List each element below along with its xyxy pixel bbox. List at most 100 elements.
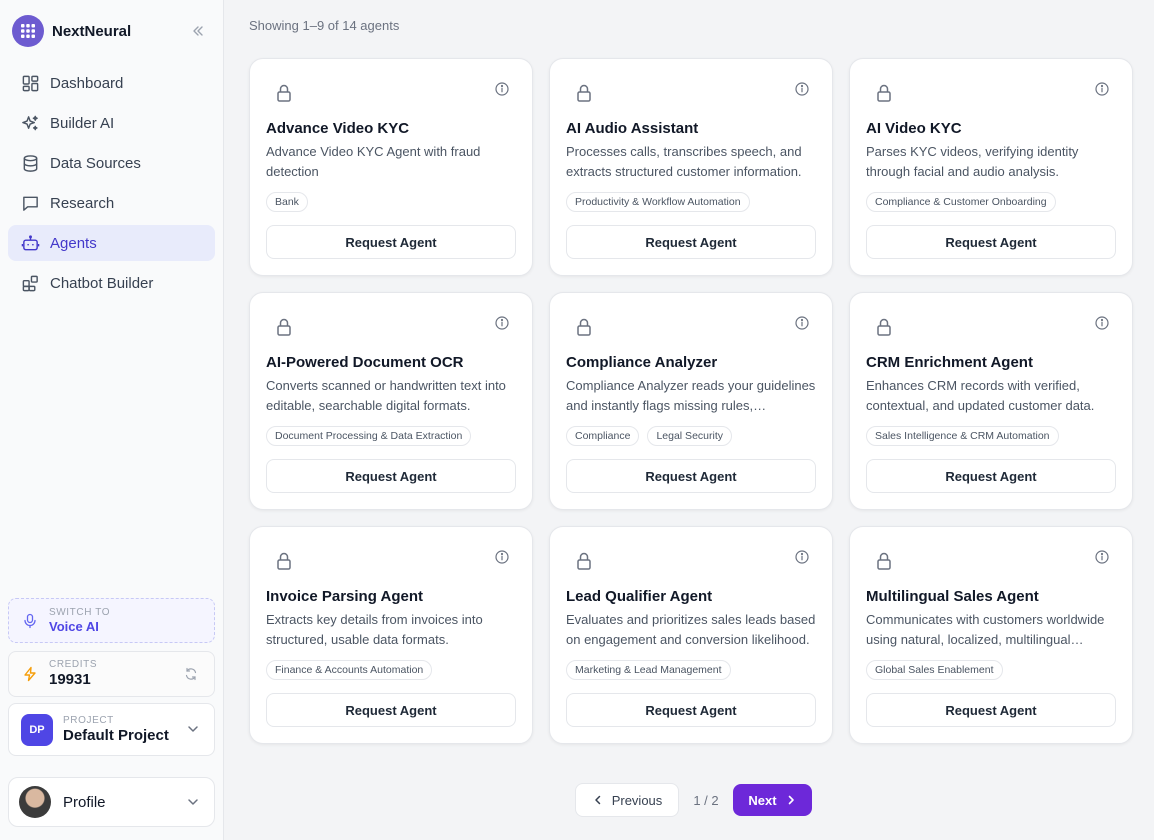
lock-icon — [572, 549, 596, 573]
sidebar-item-builder-ai[interactable]: Builder AI — [8, 105, 215, 141]
refresh-icon[interactable] — [184, 667, 200, 683]
agent-card: AI Audio Assistant Processes calls, tran… — [549, 58, 833, 276]
agent-card: Invoice Parsing Agent Extracts key detai… — [249, 526, 533, 744]
request-agent-button[interactable]: Request Agent — [266, 459, 516, 493]
category-tag: Compliance & Customer Onboarding — [866, 192, 1056, 212]
lightning-icon — [21, 665, 39, 683]
results-count: Showing 1–9 of 14 agents — [249, 18, 400, 33]
agent-card: Multilingual Sales Agent Communicates wi… — [849, 526, 1133, 744]
sidebar-item-agents[interactable]: Agents — [8, 225, 215, 261]
microphone-icon — [21, 612, 39, 630]
previous-label: Previous — [611, 792, 663, 808]
brand[interactable]: NextNeural — [12, 15, 212, 47]
sidebar-item-research[interactable]: Research — [8, 185, 215, 221]
sidebar-item-label: Research — [50, 194, 115, 212]
category-tag: Global Sales Enablement — [866, 660, 1003, 680]
sidebar-item-label: Data Sources — [50, 154, 141, 172]
request-agent-button[interactable]: Request Agent — [266, 693, 516, 727]
info-icon[interactable] — [1094, 315, 1110, 331]
lock-icon — [872, 315, 896, 339]
credits-value: 19931 — [49, 671, 91, 688]
agent-card: Lead Qualifier Agent Evaluates and prior… — [549, 526, 833, 744]
request-agent-button[interactable]: Request Agent — [566, 225, 816, 259]
blocks-icon — [20, 273, 40, 293]
switch-to-voice-ai[interactable]: SWITCH TO Voice AI — [8, 598, 215, 643]
request-agent-button[interactable]: Request Agent — [566, 693, 816, 727]
request-agent-button[interactable]: Request Agent — [266, 225, 516, 259]
brand-name: NextNeural — [52, 22, 132, 40]
info-icon[interactable] — [494, 315, 510, 331]
sidebar-nav: Dashboard Builder AI Data Sources Resear… — [8, 65, 215, 305]
category-tag: Document Processing & Data Extraction — [266, 426, 472, 446]
agent-title: AI-Powered Document OCR — [266, 354, 464, 371]
lock-icon — [272, 315, 296, 339]
sidebar-item-label: Chatbot Builder — [50, 274, 154, 292]
agent-description: Evaluates and prioritizes sales leads ba… — [566, 612, 816, 647]
credits-panel: CREDITS 19931 — [8, 651, 215, 697]
profile-menu[interactable]: Profile — [8, 777, 215, 827]
info-icon[interactable] — [494, 549, 510, 565]
project-selector[interactable]: DP PROJECT Default Project — [8, 703, 215, 756]
info-icon[interactable] — [1094, 549, 1110, 565]
lock-icon — [572, 315, 596, 339]
next-button[interactable]: Next — [733, 784, 812, 816]
agent-title: CRM Enrichment Agent — [866, 354, 1033, 371]
lock-icon — [572, 81, 596, 105]
category-tag: Legal Security — [647, 426, 732, 446]
bot-icon — [20, 233, 40, 253]
agent-title: Advance Video KYC — [266, 120, 410, 137]
pagination: Previous 1 / 2 Next — [575, 783, 812, 817]
sidebar-item-dashboard[interactable]: Dashboard — [8, 65, 215, 101]
agent-title: Multilingual Sales Agent — [866, 588, 1039, 605]
category-tag: Bank — [266, 192, 308, 212]
request-agent-button[interactable]: Request Agent — [566, 459, 816, 493]
agent-grid: Advance Video KYC Advance Video KYC Agen… — [249, 58, 1133, 744]
agent-tags: Productivity & Workflow Automation — [566, 192, 750, 212]
sidebar-item-label: Builder AI — [50, 114, 115, 132]
chat-icon — [20, 193, 40, 213]
lock-icon — [872, 549, 896, 573]
sidebar-item-chatbot-builder[interactable]: Chatbot Builder — [8, 265, 215, 301]
next-label: Next — [748, 792, 777, 808]
agent-tags: Finance & Accounts Automation — [266, 660, 433, 680]
request-agent-button[interactable]: Request Agent — [866, 459, 1116, 493]
info-icon[interactable] — [1094, 81, 1110, 97]
project-name: Default Project — [63, 726, 169, 744]
agent-tags: Compliance Legal Security — [566, 426, 732, 446]
agent-title: Lead Qualifier Agent — [566, 588, 713, 605]
credits-caption: CREDITS — [49, 659, 98, 670]
info-icon[interactable] — [494, 81, 510, 97]
agent-title: AI Video KYC — [866, 120, 962, 137]
sidebar-item-label: Agents — [50, 234, 97, 252]
grid-icon — [12, 15, 44, 47]
avatar — [19, 786, 51, 818]
info-icon[interactable] — [794, 81, 810, 97]
category-tag: Productivity & Workflow Automation — [566, 192, 750, 212]
agent-tags: Document Processing & Data Extraction — [266, 426, 472, 446]
sidebar-item-label: Dashboard — [50, 74, 124, 92]
previous-button[interactable]: Previous — [575, 783, 679, 817]
sidebar-item-data-sources[interactable]: Data Sources — [8, 145, 215, 181]
agent-card: AI-Powered Document OCR Converts scanned… — [249, 292, 533, 510]
chevron-down-icon — [186, 722, 202, 738]
info-icon[interactable] — [794, 549, 810, 565]
double-chevron-left-icon[interactable] — [190, 23, 206, 39]
lock-icon — [272, 81, 296, 105]
switch-value: Voice AI — [49, 618, 99, 634]
request-agent-button[interactable]: Request Agent — [866, 225, 1116, 259]
agent-description: Communicates with customers worldwide us… — [866, 612, 1105, 647]
chevron-right-icon — [785, 794, 797, 806]
agent-tags: Global Sales Enablement — [866, 660, 1003, 680]
chevron-left-icon — [592, 794, 604, 806]
project-caption: PROJECT — [63, 714, 114, 726]
agent-description: Compliance Analyzer reads your guideline… — [566, 378, 816, 413]
category-tag: Sales Intelligence & CRM Automation — [866, 426, 1059, 446]
agent-description: Parses KYC videos, verifying identity th… — [866, 144, 1079, 179]
agent-description: Extracts key details from invoices into … — [266, 612, 483, 647]
dashboard-icon — [20, 73, 40, 93]
agent-description: Enhances CRM records with verified, cont… — [866, 378, 1095, 413]
category-tag: Finance & Accounts Automation — [266, 660, 433, 680]
request-agent-button[interactable]: Request Agent — [866, 693, 1116, 727]
info-icon[interactable] — [794, 315, 810, 331]
project-badge: DP — [21, 713, 53, 746]
